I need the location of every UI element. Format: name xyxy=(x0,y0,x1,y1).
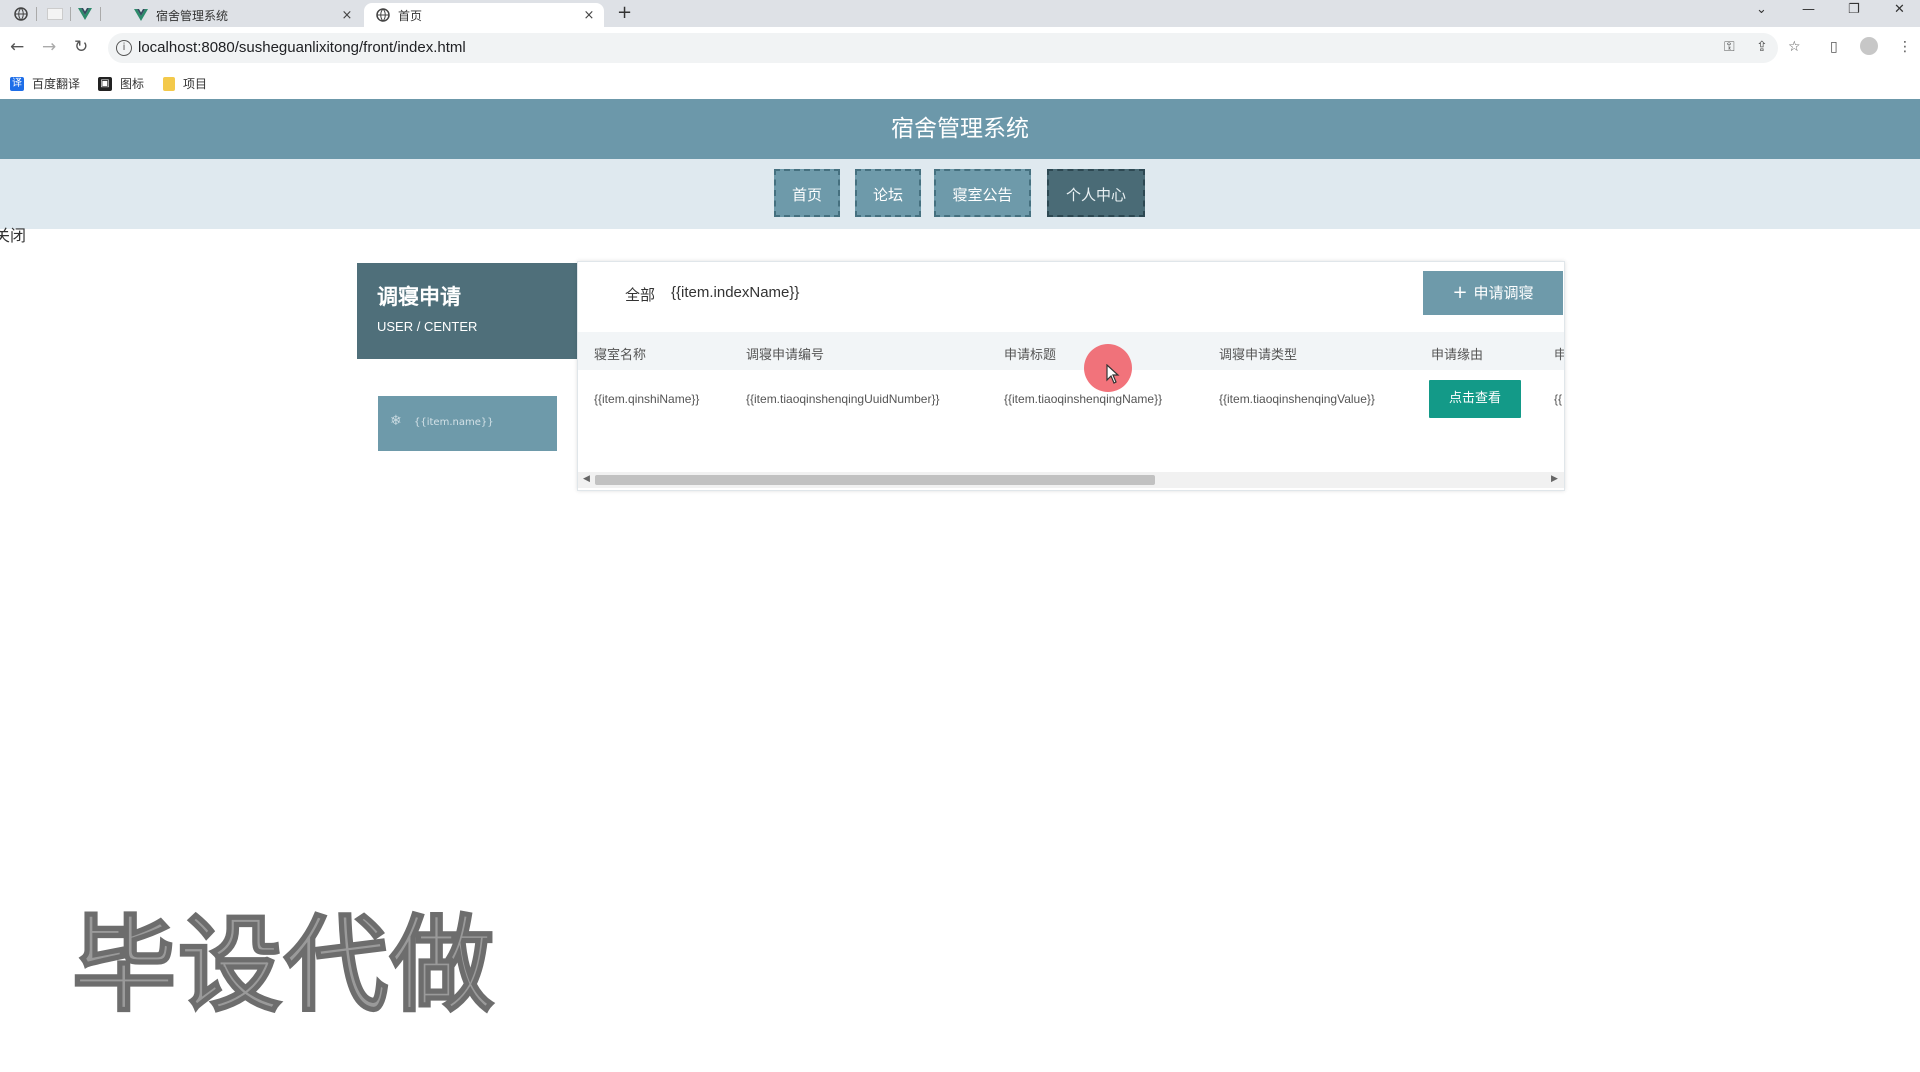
bookmark-baidu-translate[interactable]: 译 百度翻译 xyxy=(10,75,80,92)
globe-icon xyxy=(376,8,390,22)
view-details-button[interactable]: 点击查看 xyxy=(1429,380,1521,418)
column-header: 寝室名称 xyxy=(594,348,647,363)
apply-button-label: 申请调寝 xyxy=(1473,284,1534,302)
watermark-text: 毕设代做 xyxy=(71,903,497,1027)
globe-tab-icon[interactable] xyxy=(4,3,38,25)
horizontal-scrollbar[interactable]: ◀ ▶ xyxy=(578,472,1564,488)
scrollbar-thumb[interactable] xyxy=(595,475,1155,485)
apply-transfer-button[interactable]: + 申请调寝 xyxy=(1423,271,1563,315)
bookmark-icons[interactable]: ▣ 图标 xyxy=(98,75,144,92)
plus-icon: + xyxy=(1452,282,1468,303)
tab-home[interactable]: 首页 × xyxy=(364,3,604,27)
bookmarks-bar: 译 百度翻译 ▣ 图标 项目 xyxy=(0,69,1920,100)
translate-icon: 译 xyxy=(10,76,24,91)
scroll-left-icon[interactable]: ◀ xyxy=(583,474,590,484)
main-nav: 首页 论坛 寝室公告 个人中心 xyxy=(0,159,1920,229)
restore-icon[interactable]: ❐ xyxy=(1848,2,1860,17)
info-icon[interactable]: i xyxy=(116,40,132,56)
table-header: 寝室名称 调寝申请编号 申请标题 调寝申请类型 申请缘由 申 xyxy=(578,332,1564,370)
tab-search-icon[interactable]: ⌄ xyxy=(1756,2,1767,17)
folder-icon xyxy=(163,76,175,91)
table-cell: {{item.tiaoqinshenqingName}} xyxy=(1004,392,1163,406)
bookmark-star-icon[interactable]: ☆ xyxy=(1788,39,1801,55)
close-link[interactable]: 关闭 xyxy=(0,222,26,246)
column-header: 调寝申请编号 xyxy=(746,348,825,363)
close-tab-icon[interactable]: × xyxy=(580,8,598,23)
column-header: 申请标题 xyxy=(1004,348,1057,363)
tab-title: 宿舍管理系统 xyxy=(156,8,229,23)
tab-dorm-system[interactable]: 宿舍管理系统 × xyxy=(122,3,362,27)
url-text[interactable]: localhost:8080/susheguanlixitong/front/i… xyxy=(138,39,466,56)
table-cell: {{ xyxy=(1554,392,1563,406)
sidebar-header: 调寝申请 USER / CENTER xyxy=(357,263,577,359)
table-cell: {{item.qinshiName}} xyxy=(594,392,700,406)
tab-title: 首页 xyxy=(398,8,423,23)
share-icon[interactable]: ⇪ xyxy=(1756,39,1768,55)
snowflake-icon: ❄ xyxy=(390,413,402,429)
mouse-pointer-icon xyxy=(1106,364,1120,384)
table-cell: {{item.tiaoqinshenqingValue}} xyxy=(1219,392,1375,406)
minimize-icon[interactable]: — xyxy=(1802,2,1815,17)
bookmark-project[interactable]: 项目 xyxy=(163,75,207,92)
nav-forum[interactable]: 论坛 xyxy=(855,169,921,217)
key-icon[interactable]: ⚿ xyxy=(1724,39,1735,55)
vue-icon xyxy=(134,8,148,22)
close-window-icon[interactable]: ✕ xyxy=(1894,2,1905,17)
new-tab-button[interactable]: + xyxy=(617,2,632,23)
application-table-panel: 全部 {{item.indexName}} + 申请调寝 寝室名称 调寝申请编号 … xyxy=(577,261,1565,491)
forward-icon[interactable]: → xyxy=(42,37,56,57)
table-cell: {{item.tiaoqinshenqingUuidNumber}} xyxy=(746,392,940,406)
scroll-right-icon[interactable]: ▶ xyxy=(1551,474,1558,484)
column-header: 申请缘由 xyxy=(1431,348,1484,363)
back-icon[interactable]: ← xyxy=(10,37,24,57)
sidebar-item-label: {{item.name}} xyxy=(414,417,494,428)
column-header: 申 xyxy=(1554,344,1564,363)
nav-personal-center[interactable]: 个人中心 xyxy=(1047,169,1145,217)
site-title: 宿舍管理系统 xyxy=(0,99,1920,159)
address-bar[interactable]: i localhost:8080/susheguanlixitong/front… xyxy=(108,33,1778,63)
bookmark-label: 图标 xyxy=(120,77,145,91)
menu-icon[interactable]: ⋮ xyxy=(1898,39,1912,55)
close-tab-icon[interactable]: × xyxy=(338,8,356,23)
reload-icon[interactable]: ↻ xyxy=(74,37,88,57)
sidebar-title: 调寝申请 xyxy=(377,285,461,309)
bookmark-label: 百度翻译 xyxy=(32,77,81,91)
sidebar-subtitle: USER / CENTER xyxy=(377,319,478,334)
column-header: 调寝申请类型 xyxy=(1219,348,1298,363)
sidebar-item[interactable]: ❄ {{item.name}} xyxy=(378,396,557,451)
filter-index-tab[interactable]: {{item.indexName}} xyxy=(671,284,799,301)
image-icon: ▣ xyxy=(98,76,112,91)
browser-tab-strip: 宿舍管理系统 × 首页 × + ⌄ — ❐ ✕ xyxy=(0,0,1920,27)
side-panel-icon[interactable]: ▯ xyxy=(1830,39,1838,55)
nav-dorm-notice[interactable]: 寝室公告 xyxy=(934,169,1031,217)
profile-avatar[interactable] xyxy=(1860,37,1878,55)
vue-tab-icon[interactable] xyxy=(68,3,102,25)
bookmark-label: 项目 xyxy=(183,77,208,91)
blank-tab-icon[interactable] xyxy=(38,3,72,25)
nav-home[interactable]: 首页 xyxy=(774,169,840,217)
filter-all-tab[interactable]: 全部 xyxy=(625,284,655,305)
